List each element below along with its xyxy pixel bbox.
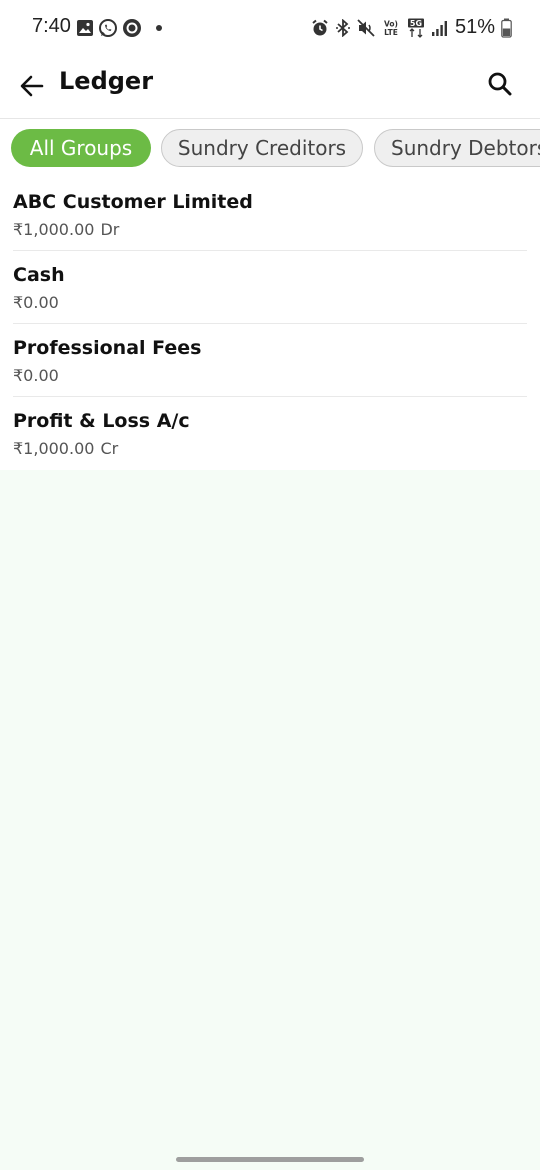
svg-text:5G: 5G (410, 19, 422, 28)
record-icon (123, 19, 141, 37)
app-bar: Ledger (0, 56, 540, 119)
ledger-amount: ₹0.00 (13, 366, 59, 385)
alarm-icon (312, 19, 328, 35)
ledger-item[interactable]: Cash ₹0.00 (13, 251, 527, 324)
chip-sundry-debtors[interactable]: Sundry Debtors (374, 129, 540, 167)
search-icon (488, 72, 512, 96)
5g-icon: 5G (407, 18, 424, 38)
gallery-icon (77, 20, 93, 36)
ledger-balance: ₹0.00 (13, 293, 65, 312)
ledger-name: Profit & Loss A/c (13, 410, 190, 432)
status-left-icons (76, 18, 166, 38)
chip-sundry-creditors[interactable]: Sundry Creditors (161, 129, 363, 167)
ledger-balance: ₹1,000.00 Cr (13, 439, 118, 458)
ledger-item[interactable]: ABC Customer Limited ₹1,000.00 Dr (13, 178, 527, 251)
status-right-icons: Vo) LTE 5G 51% (311, 16, 512, 39)
status-time: 7:40 (32, 15, 71, 37)
dot-icon (156, 25, 162, 31)
ledger-item[interactable]: Professional Fees ₹0.00 (13, 324, 527, 397)
ledger-name: Cash (13, 264, 65, 286)
battery-percentage: 51% (454, 16, 495, 38)
chip-all-groups[interactable]: All Groups (11, 129, 151, 167)
ledger-balance: ₹0.00 (13, 366, 65, 385)
ledger-item[interactable]: Profit & Loss A/c ₹1,000.00 Cr (13, 397, 527, 470)
ledger-name: ABC Customer Limited (13, 191, 253, 213)
battery-icon (501, 18, 512, 38)
svg-text:LTE: LTE (384, 28, 398, 37)
ledger-name: Professional Fees (13, 337, 202, 359)
ledger-amount: ₹0.00 (13, 293, 59, 312)
bluetooth-icon (335, 18, 350, 37)
ledger-balance-type: Dr (100, 220, 120, 239)
volte-icon: Vo) LTE (384, 19, 398, 37)
group-filter-chips: All Groups Sundry Creditors Sundry Debto… (0, 119, 540, 179)
gesture-nav-bar[interactable] (176, 1157, 364, 1162)
mute-icon (357, 18, 375, 37)
search-button[interactable] (480, 64, 520, 104)
ledger-balance: ₹1,000.00 Dr (13, 220, 119, 239)
ledger-amount: ₹1,000.00 (13, 220, 95, 239)
page-title: Ledger (59, 67, 154, 95)
status-bar: 7:40 Vo) LTE 5G 51% (0, 0, 540, 56)
signal-icon (431, 20, 447, 36)
ledger-list: ABC Customer Limited ₹1,000.00 Dr Cash ₹0… (0, 178, 540, 470)
back-button[interactable] (12, 66, 52, 106)
ledger-balance-type: Cr (100, 439, 119, 458)
ledger-amount: ₹1,000.00 (13, 439, 95, 458)
arrow-left-icon (20, 75, 44, 97)
whatsapp-icon (99, 19, 117, 37)
